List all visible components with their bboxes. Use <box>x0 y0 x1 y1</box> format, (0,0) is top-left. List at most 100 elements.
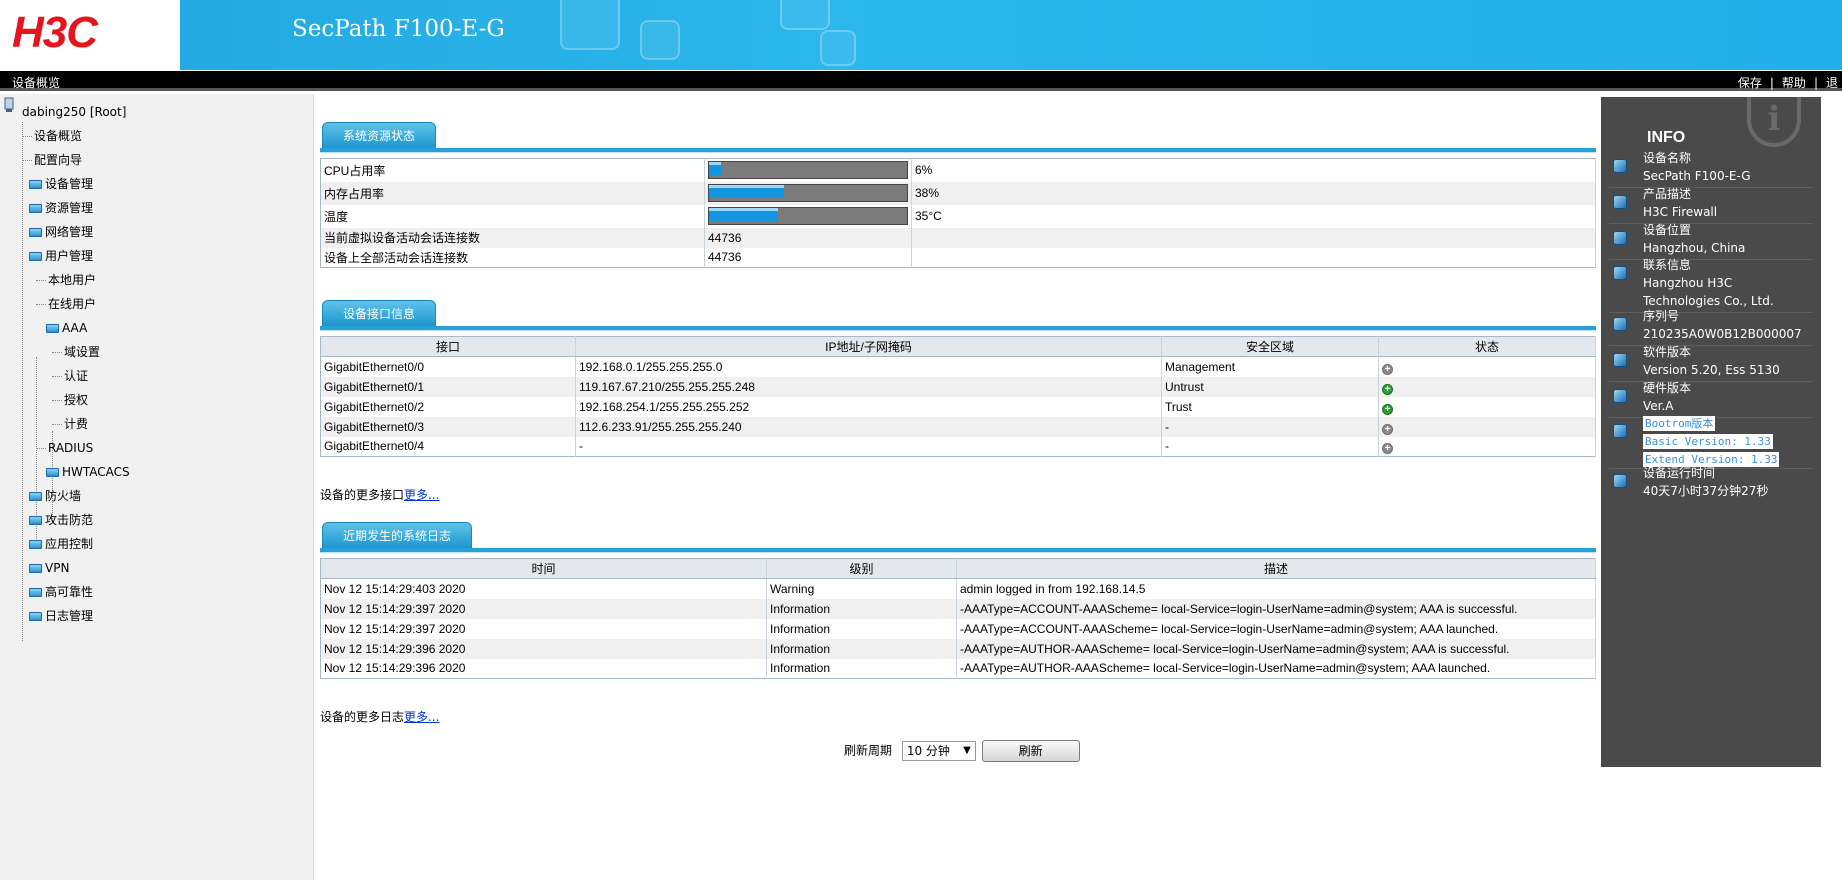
header-decoration <box>820 30 856 66</box>
section-divider <box>320 548 1596 553</box>
interface-ip: - <box>575 436 1162 457</box>
interface-name: GigabitEthernet0/1 <box>320 376 576 397</box>
column-header: 级别 <box>766 558 957 579</box>
info-item-value: SecPath F100-E-G <box>1643 169 1751 183</box>
nav-firewall[interactable]: 防火墙 <box>29 487 81 505</box>
bootrom-icon <box>1613 424 1627 438</box>
info-title: INFO <box>1647 129 1686 146</box>
log-time: Nov 12 15:14:29:396 2020 <box>320 638 767 659</box>
refresh-button[interactable]: 刷新 <box>981 740 1080 762</box>
nav-label: 资源管理 <box>45 201 94 215</box>
info-item-label: 设备运行时间 <box>1643 466 1716 480</box>
nav-local-users[interactable]: 本地用户 <box>48 271 96 289</box>
log-row: Nov 12 15:14:29:396 2020 Information -AAAT… <box>320 658 1596 679</box>
nav-network-management[interactable]: 网络管理 <box>29 223 93 241</box>
tab-recent-logs: 近期发生的系统日志 <box>322 522 473 548</box>
nav-accounting[interactable]: 计费 <box>64 415 88 433</box>
log-description: -AAAType=ACCOUNT-AAAScheme= local-Servic… <box>956 598 1596 619</box>
resource-gauge-cell <box>704 204 912 228</box>
info-item-label: 软件版本 <box>1643 345 1692 359</box>
log-time: Nov 12 15:14:29:403 2020 <box>320 578 767 599</box>
resource-row: 内存占用率 38% <box>320 181 1596 205</box>
tree-line <box>22 122 23 641</box>
nav-domain-settings[interactable]: 域设置 <box>64 343 100 361</box>
tree-line <box>36 448 46 449</box>
interface-status: + <box>1378 436 1596 457</box>
log-description: admin logged in from 192.168.14.5 <box>956 578 1596 599</box>
info-item-value: Ver.A <box>1643 399 1674 413</box>
info-item: 设备名称 SecPath F100-E-G <box>1609 149 1813 188</box>
folder-icon <box>29 180 42 189</box>
interface-ip: 192.168.254.1/255.255.255.252 <box>575 396 1162 417</box>
info-panel: i INFO 设备名称 SecPath F100-E-G 产品描述 H3C Firew… <box>1601 97 1821 767</box>
interface-row: GigabitEthernet0/3 112.6.233.91/255.255.2… <box>320 416 1596 437</box>
section-divider <box>320 148 1596 153</box>
interface-status: + <box>1378 356 1596 377</box>
more-interfaces-link[interactable]: 更多... <box>404 488 439 502</box>
info-item-text: 设备运行时间 40天7小时37分钟27秒 <box>1643 464 1813 500</box>
nav-hwtacacs[interactable]: HWTACACS <box>46 463 130 481</box>
nav-device-overview[interactable]: 设备概览 <box>34 127 82 145</box>
resource-row: 当前虚拟设备活动会话连接数 44736 <box>320 227 1596 248</box>
nav-application-control[interactable]: 应用控制 <box>29 535 93 553</box>
column-header: 描述 <box>956 558 1596 579</box>
nav-resource-management[interactable]: 资源管理 <box>29 199 93 217</box>
nav-log-management[interactable]: 日志管理 <box>29 607 93 625</box>
header-banner: H3C SecPath F100-E-G <box>0 0 1842 70</box>
logout-link[interactable]: 退 <box>1826 76 1838 90</box>
more-interfaces-text: 设备的更多接口 <box>320 488 405 502</box>
folder-icon <box>29 492 42 501</box>
resource-value: 6% <box>911 158 1596 182</box>
nav-high-availability[interactable]: 高可靠性 <box>29 583 93 601</box>
info-item-uptime: 设备运行时间 40天7小时37分钟27秒 <box>1609 464 1813 500</box>
nav-authentication[interactable]: 认证 <box>64 367 88 385</box>
tree-root[interactable]: dabing250 [Root] <box>22 103 126 121</box>
tree-line <box>52 376 62 377</box>
info-item-label: 硬件版本 <box>1643 381 1692 395</box>
log-level: Information <box>766 598 957 619</box>
tree-line <box>36 304 46 305</box>
interface-row: GigabitEthernet0/1 119.167.67.210/255.255… <box>320 376 1596 397</box>
resource-gauge-cell <box>704 158 912 182</box>
log-level: Warning <box>766 578 957 599</box>
nav-vpn[interactable]: VPN <box>29 559 69 577</box>
bootrom-basic-version: Basic Version: 1.33 <box>1643 434 1773 449</box>
resource-gauge-cell: 44736 <box>704 247 912 268</box>
interface-status: + <box>1378 396 1596 417</box>
interface-row: GigabitEthernet0/2 192.168.254.1/255.255.… <box>320 396 1596 417</box>
nav-aaa[interactable]: AAA <box>46 319 87 337</box>
resource-label: 温度 <box>320 204 705 228</box>
usage-bar <box>708 207 908 225</box>
column-header: 接口 <box>320 336 576 357</box>
help-link[interactable]: 帮助 <box>1782 76 1806 90</box>
product-icon <box>1613 195 1627 209</box>
nav-authorization[interactable]: 授权 <box>64 391 88 409</box>
interface-row: GigabitEthernet0/0 192.168.0.1/255.255.25… <box>320 356 1596 377</box>
info-item: 设备位置 Hangzhou, China <box>1609 221 1813 260</box>
folder-open-icon <box>29 252 42 261</box>
resource-value <box>911 227 1596 248</box>
nav-device-management[interactable]: 设备管理 <box>29 175 93 193</box>
nav-user-management[interactable]: 用户管理 <box>29 247 93 265</box>
interface-name: GigabitEthernet0/2 <box>320 396 576 417</box>
status-down-icon: + <box>1382 423 1393 435</box>
resource-table-body: CPU占用率 6% 内存占用率 38% 温度 35°C 当前虚拟设备活动会话连接数 44736… <box>320 158 1596 268</box>
nav-online-users[interactable]: 在线用户 <box>48 295 96 313</box>
tree-line <box>22 160 32 161</box>
menu-bar: 设备概览 保存 | 帮助 | 退 <box>0 71 1842 91</box>
nav-radius[interactable]: RADIUS <box>48 439 93 457</box>
more-logs-link[interactable]: 更多... <box>404 710 439 724</box>
info-item-value: 210235A0W0B12B000007 <box>1643 327 1802 341</box>
resource-label: 当前虚拟设备活动会话连接数 <box>320 227 705 248</box>
folder-open-icon <box>46 324 59 333</box>
usage-bar-fill <box>709 165 721 176</box>
nav-label: HWTACACS <box>62 465 130 479</box>
resource-row: 设备上全部活动会话连接数 44736 <box>320 247 1596 268</box>
interface-header-row: 接口 IP地址/子网掩码 安全区域 状态 <box>320 336 1596 357</box>
save-link[interactable]: 保存 <box>1738 76 1762 90</box>
nav-config-wizard[interactable]: 配置向导 <box>34 151 82 169</box>
log-level: Information <box>766 658 957 679</box>
nav-label: AAA <box>62 321 88 335</box>
nav-attack-defense[interactable]: 攻击防范 <box>29 511 93 529</box>
refresh-period-select[interactable]: 10 分钟 ▼ <box>901 741 976 761</box>
